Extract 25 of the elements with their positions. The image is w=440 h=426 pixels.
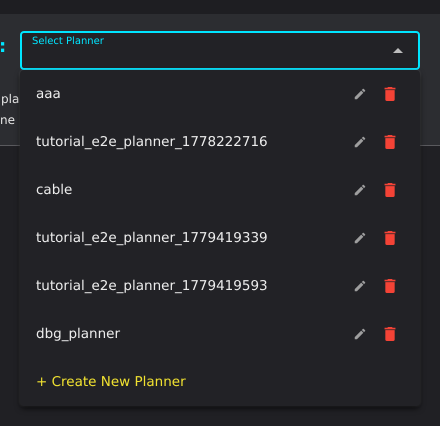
menu-item[interactable]: tutorial_e2e_planner_1779419339 bbox=[20, 214, 420, 262]
menu-item[interactable]: cable bbox=[20, 166, 420, 214]
trash-icon[interactable] bbox=[384, 135, 396, 149]
caret-icon bbox=[393, 48, 403, 53]
pencil-icon[interactable] bbox=[353, 279, 367, 293]
trash-icon[interactable] bbox=[384, 327, 396, 341]
menu-item[interactable]: tutorial_e2e_planner_1778222716 bbox=[20, 118, 420, 166]
menu-item[interactable]: dbg_planner bbox=[20, 310, 420, 358]
menu-item[interactable]: tutorial_e2e_planner_1779419593 bbox=[20, 262, 420, 310]
pencil-icon[interactable] bbox=[353, 231, 367, 245]
create-planner-link[interactable]: + Create New Planner bbox=[20, 358, 186, 406]
pencil-icon[interactable] bbox=[353, 327, 367, 341]
trash-icon[interactable] bbox=[384, 87, 396, 101]
pencil-icon[interactable] bbox=[353, 87, 367, 101]
trash-icon[interactable] bbox=[384, 183, 396, 197]
field-label: Select Planner bbox=[32, 36, 104, 47]
partial-text: ne bbox=[0, 113, 15, 127]
select-field[interactable]: Select Planner bbox=[20, 31, 420, 70]
menu-item[interactable]: aaa bbox=[20, 70, 420, 118]
trash-icon[interactable] bbox=[384, 279, 396, 293]
partial-text: pla bbox=[1, 92, 20, 106]
colon-text: : bbox=[0, 36, 6, 57]
trash-icon[interactable] bbox=[384, 231, 396, 245]
pencil-icon[interactable] bbox=[353, 135, 367, 149]
pencil-icon[interactable] bbox=[353, 183, 367, 197]
